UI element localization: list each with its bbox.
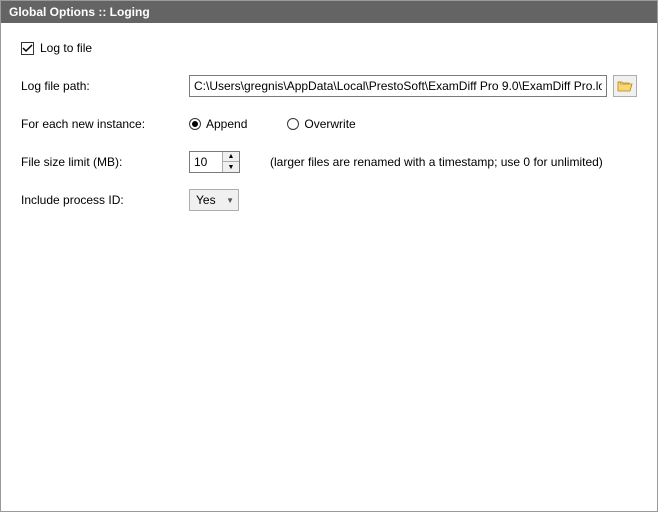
radio-append[interactable]: Append bbox=[189, 117, 247, 131]
log-file-path-row: Log file path: bbox=[21, 75, 637, 97]
include-pid-row: Include process ID: Yes ▼ bbox=[21, 189, 637, 211]
file-size-limit-row: File size limit (MB): ▲ ▼ (larger files … bbox=[21, 151, 637, 173]
radio-overwrite[interactable]: Overwrite bbox=[287, 117, 355, 131]
file-size-limit-label: File size limit (MB): bbox=[21, 155, 189, 169]
new-instance-row: For each new instance: Append Overwrite bbox=[21, 113, 637, 135]
file-size-limit-spinner[interactable]: ▲ ▼ bbox=[189, 151, 240, 173]
file-size-limit-input[interactable] bbox=[190, 152, 222, 172]
options-panel: Global Options :: Loging Log to file Log… bbox=[0, 0, 658, 512]
folder-open-icon bbox=[617, 79, 633, 93]
new-instance-label: For each new instance: bbox=[21, 117, 189, 131]
chevron-down-icon: ▼ bbox=[226, 196, 234, 205]
radio-overwrite-input[interactable] bbox=[287, 118, 299, 130]
radio-append-input[interactable] bbox=[189, 118, 201, 130]
log-to-file-label[interactable]: Log to file bbox=[40, 41, 92, 55]
window-title: Global Options :: Loging bbox=[1, 1, 657, 23]
log-to-file-row: Log to file bbox=[21, 41, 637, 55]
spinner-up-button[interactable]: ▲ bbox=[223, 152, 239, 162]
log-file-path-label: Log file path: bbox=[21, 79, 189, 93]
log-file-path-input[interactable] bbox=[189, 75, 607, 97]
content-area: Log to file Log file path: For each new … bbox=[1, 23, 657, 245]
spinner-buttons: ▲ ▼ bbox=[222, 152, 239, 172]
include-pid-value: Yes bbox=[196, 193, 216, 207]
radio-overwrite-label: Overwrite bbox=[304, 117, 355, 131]
file-size-limit-hint: (larger files are renamed with a timesta… bbox=[270, 155, 603, 169]
radio-append-label: Append bbox=[206, 117, 247, 131]
include-pid-select[interactable]: Yes ▼ bbox=[189, 189, 239, 211]
include-pid-label: Include process ID: bbox=[21, 193, 189, 207]
browse-button[interactable] bbox=[613, 75, 637, 97]
check-icon bbox=[22, 43, 33, 54]
log-to-file-checkbox[interactable] bbox=[21, 42, 34, 55]
new-instance-radio-group: Append Overwrite bbox=[189, 117, 356, 131]
spinner-down-button[interactable]: ▼ bbox=[223, 162, 239, 172]
